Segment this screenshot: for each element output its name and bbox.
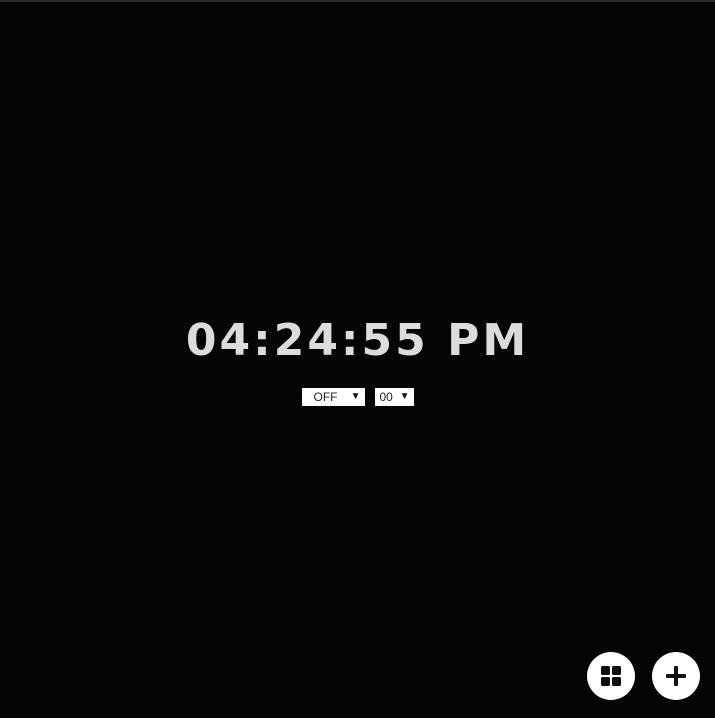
grid-view-button[interactable] <box>587 652 635 700</box>
alarm-mode-select[interactable]: OFF ▼ <box>301 388 365 406</box>
alarm-mode-value: OFF <box>313 390 338 404</box>
dropdown-arrow-icon: ▼ <box>399 391 410 402</box>
alarm-minute-value: 00 <box>379 390 393 404</box>
dropdown-arrow-icon: ▼ <box>350 391 361 402</box>
clock-screen: 04:24:55 PM OFF ▼ 00 ▼ <box>0 0 715 718</box>
grid-icon <box>601 666 621 686</box>
plus-icon <box>666 666 686 686</box>
alarm-minute-select[interactable]: 00 ▼ <box>374 388 414 406</box>
add-button[interactable] <box>652 652 700 700</box>
alarm-controls: OFF ▼ 00 ▼ <box>0 388 715 406</box>
time-display: 04:24:55 PM <box>185 315 530 366</box>
